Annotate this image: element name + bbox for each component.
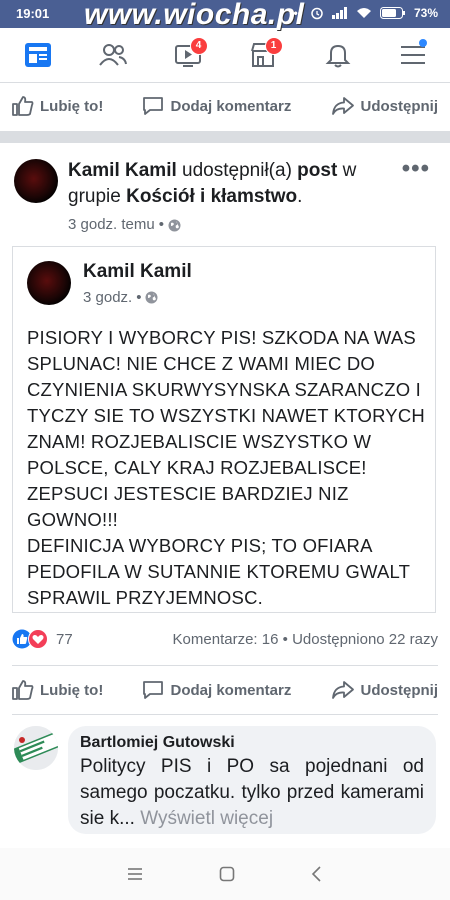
status-time: 19:01: [16, 6, 50, 21]
post-time[interactable]: 3 godz. temu: [68, 212, 155, 238]
nav-notifications[interactable]: [318, 35, 358, 75]
bell-icon: [325, 44, 350, 68]
comment-author-avatar[interactable]: [14, 726, 58, 770]
share-button[interactable]: Udostępnij: [331, 680, 439, 700]
post-meta-dot: •: [158, 216, 164, 233]
battery-level: 73%: [413, 6, 438, 20]
menu-icon: [400, 46, 425, 64]
top-nav: 4 1: [0, 28, 450, 83]
shares-count[interactable]: Udostępniono 22 razy: [292, 631, 438, 648]
share-label: Udostępnij: [360, 681, 439, 699]
comments-divider: [12, 714, 438, 715]
reactions-bar: 77 Komentarze: 16 • Udostępniono 22 razy: [12, 624, 438, 654]
wifi-icon: [356, 8, 371, 18]
prev-post-actions: Lubię to! Dodaj komentarz Udostępnij: [0, 82, 450, 130]
status-icons: ••• 73%: [289, 6, 438, 20]
share-icon: [331, 97, 354, 115]
post-author-name[interactable]: Kamil Kamil: [68, 160, 177, 181]
shared-post-body: PISIORY I WYBORCY PIS! SZKODA NA WAS SPL…: [27, 327, 425, 608]
like-label: Lubię to!: [40, 681, 104, 699]
nav-marketplace[interactable]: 1: [243, 35, 283, 75]
recent-apps-icon[interactable]: [127, 867, 143, 881]
post-header-period: .: [297, 186, 303, 207]
nav-news-feed[interactable]: [18, 35, 58, 75]
reaction-count: 77: [56, 630, 73, 648]
thumbs-up-icon: [12, 680, 34, 700]
comment-label: Dodaj komentarz: [170, 97, 292, 115]
shared-post-time[interactable]: 3 godz.: [83, 289, 132, 306]
see-more-link[interactable]: Wyświetl więcej: [140, 808, 273, 829]
post-actions: Lubię to! Dodaj komentarz Udostępnij: [0, 666, 450, 714]
system-nav-bar: [0, 848, 450, 900]
shared-meta-dot: •: [136, 289, 142, 306]
stowarzyszenie-logo-icon: [14, 726, 58, 770]
nav-video[interactable]: 4: [168, 35, 208, 75]
thumbs-up-icon: [12, 96, 34, 116]
video-badge: 4: [189, 37, 208, 55]
menu-dot-badge: [418, 39, 427, 47]
post-header-text: Kamil Kamil udostępnił(a) post w grupie …: [68, 158, 368, 238]
comments-count[interactable]: Komentarze: 16: [173, 631, 279, 648]
globe-icon: [168, 219, 181, 231]
post-stats[interactable]: Komentarze: 16 • Udostępniono 22 razy: [173, 631, 438, 648]
status-bar: 19:01 www.wiocha.pl ••• 73%: [0, 0, 450, 31]
comment-author-name[interactable]: Bartlomiej Gutowski: [80, 734, 424, 752]
share-button[interactable]: Udostępnij: [331, 96, 439, 116]
comment-icon: [143, 97, 164, 115]
back-icon[interactable]: [311, 866, 323, 882]
signal-icon: [331, 7, 347, 19]
reaction-icons[interactable]: 77: [12, 629, 73, 649]
like-button[interactable]: Lubię to!: [12, 680, 103, 700]
post-link[interactable]: post: [297, 160, 337, 181]
share-label: Udostępnij: [360, 97, 439, 115]
like-label: Lubię to!: [40, 97, 104, 115]
alarm-icon: [311, 7, 323, 20]
comment-label: Dodaj komentarz: [170, 681, 292, 699]
post-meta: 3 godz. temu •: [68, 212, 368, 238]
friends-icon: [98, 44, 127, 66]
feed-separator: [0, 131, 450, 143]
marketplace-badge: 1: [264, 37, 283, 55]
stats-dot: •: [282, 630, 288, 648]
post-author-avatar[interactable]: [14, 159, 58, 203]
shared-author-avatar[interactable]: [27, 261, 71, 305]
comment-button[interactable]: Dodaj komentarz: [142, 96, 291, 116]
comment-icon: [143, 681, 164, 699]
comment-bubble[interactable]: Bartlomiej Gutowski Politycy PIS i PO sa…: [68, 726, 436, 834]
battery-icon: [379, 7, 405, 19]
shared-post-meta: 3 godz. •: [83, 289, 158, 306]
home-icon[interactable]: [219, 866, 235, 882]
nav-friends[interactable]: [93, 35, 133, 75]
more-dots-icon: •••: [289, 6, 302, 20]
shared-author-name[interactable]: Kamil Kamil: [83, 261, 192, 283]
comment-text: Politycy PIS i PO sa pojednani od samego…: [80, 754, 424, 832]
share-icon: [331, 681, 354, 699]
post-more-button[interactable]: •••: [402, 155, 430, 183]
post-shared-text: udostępnił(a): [182, 160, 292, 181]
globe-icon: [145, 291, 158, 304]
comment-button[interactable]: Dodaj komentarz: [142, 680, 291, 700]
news-feed-icon: [24, 43, 51, 67]
shared-post-card[interactable]: Kamil Kamil 3 godz. • PISIORY I WYBORCY …: [12, 246, 436, 613]
nav-menu[interactable]: [393, 35, 433, 75]
love-reaction-icon: [28, 629, 48, 649]
like-button[interactable]: Lubię to!: [12, 96, 103, 116]
post-group-name[interactable]: Kościół i kłamstwo: [126, 186, 297, 207]
